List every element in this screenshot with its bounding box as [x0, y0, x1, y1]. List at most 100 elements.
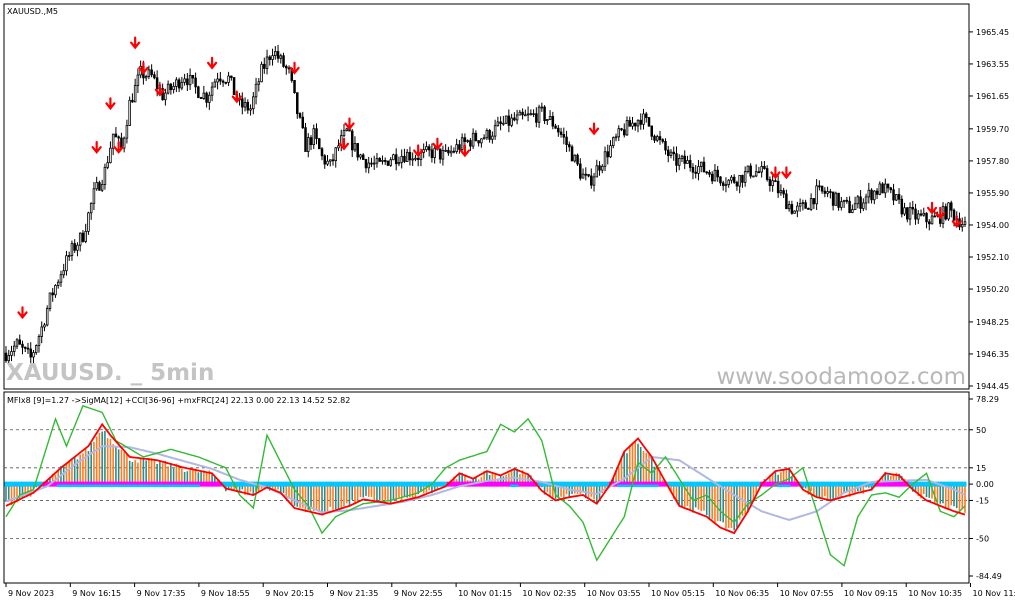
zero-band-cell [707, 481, 711, 487]
candle-body [947, 202, 950, 220]
candle-body [276, 51, 280, 59]
candle-body [48, 292, 52, 309]
zero-band-cell [397, 481, 401, 487]
zero-band-cell [490, 481, 494, 487]
candle-body [375, 157, 379, 164]
candle-body [677, 158, 681, 166]
candle-body [208, 94, 211, 103]
candle-body [730, 176, 733, 181]
indicator-tick-label: 15 [976, 464, 986, 473]
candle-body [147, 69, 151, 77]
candle-body [548, 116, 552, 120]
candle-body [370, 162, 373, 165]
zero-band-cell [925, 481, 929, 487]
zero-band-cell [15, 481, 19, 487]
zero-band-cell [238, 481, 242, 487]
candle-body [350, 130, 354, 151]
zero-band-cell [521, 481, 525, 487]
candle-body [106, 162, 109, 168]
candle-body [386, 160, 390, 166]
candle-body [625, 120, 629, 136]
candle-body [337, 145, 340, 149]
zero-band-cell [809, 481, 813, 487]
zero-band-cell [499, 481, 503, 487]
zero-band-cell [724, 481, 728, 487]
time-tick-label: 10 Nov 10:35 [908, 589, 962, 598]
candle-body [367, 162, 370, 169]
candle-body [381, 160, 384, 162]
price-tick-label: 1948.25 [976, 318, 1009, 327]
zero-band-cell [301, 481, 305, 487]
candle-body [631, 122, 634, 127]
candle-body [460, 137, 464, 150]
candle-body [521, 111, 524, 116]
zero-band-cell [488, 481, 492, 487]
candle-body [634, 122, 637, 127]
candle-body [331, 159, 335, 162]
candle-body [609, 145, 612, 158]
candle-body [760, 165, 763, 173]
zero-band-cell [801, 481, 805, 487]
candle-body [232, 77, 236, 95]
candle-body [10, 351, 13, 356]
zero-band-cell [685, 481, 689, 487]
candle-body [598, 165, 601, 171]
candle-body [21, 343, 24, 348]
zero-band-cell [639, 484, 643, 488]
candle-body [293, 80, 296, 94]
zero-band-cell [919, 481, 923, 487]
zero-band-cell [512, 484, 516, 488]
candle-body [798, 203, 802, 207]
candle-body [230, 75, 233, 78]
candle-body [318, 138, 321, 150]
zero-band-cell [526, 481, 530, 487]
candle-body [581, 173, 585, 179]
zero-band-cell [952, 481, 956, 487]
candle-body [186, 78, 189, 86]
time-tick-label: 9 Nov 20:15 [265, 589, 314, 598]
zero-band-cell [625, 484, 629, 488]
zero-band-cell [317, 481, 321, 487]
zero-band-cell [273, 481, 277, 487]
candle-body [485, 130, 489, 139]
candle-body [557, 127, 560, 133]
zero-band-cell [86, 484, 90, 488]
candle-body [279, 55, 283, 59]
zero-band-cell [9, 481, 13, 487]
zero-band-cell [304, 481, 308, 487]
candle-body [37, 336, 41, 346]
candle-body [647, 117, 651, 127]
candle-body [952, 209, 956, 221]
zero-band-cell [84, 484, 88, 488]
candle-body [895, 194, 898, 201]
zero-band-cell [169, 484, 173, 488]
candle-body [224, 81, 228, 84]
candle-body [466, 140, 469, 142]
candle-body [812, 198, 816, 205]
candle-body [103, 166, 107, 185]
zero-band-cell [702, 481, 706, 487]
candle-body [449, 150, 453, 154]
candle-body [779, 190, 783, 194]
candle-body [653, 135, 656, 141]
candle-body [724, 184, 728, 187]
candle-body [732, 176, 736, 183]
candle-body [820, 185, 824, 192]
zero-band-cell [892, 481, 896, 487]
candle-body [881, 183, 884, 194]
candle-body [754, 171, 758, 177]
candle-body [307, 137, 310, 152]
zero-band-cell [229, 481, 233, 487]
candle-body [853, 203, 857, 210]
candle-body [749, 165, 752, 177]
candle-body [562, 134, 566, 138]
candle-body [43, 324, 46, 328]
candle-body [642, 113, 645, 125]
candle-body [897, 194, 901, 200]
zero-band-cell [67, 484, 71, 488]
zero-band-cell [213, 481, 217, 487]
candle-body [188, 74, 192, 86]
candle-body [45, 308, 49, 326]
candle-body [315, 128, 318, 140]
zero-band-cell [265, 481, 269, 487]
